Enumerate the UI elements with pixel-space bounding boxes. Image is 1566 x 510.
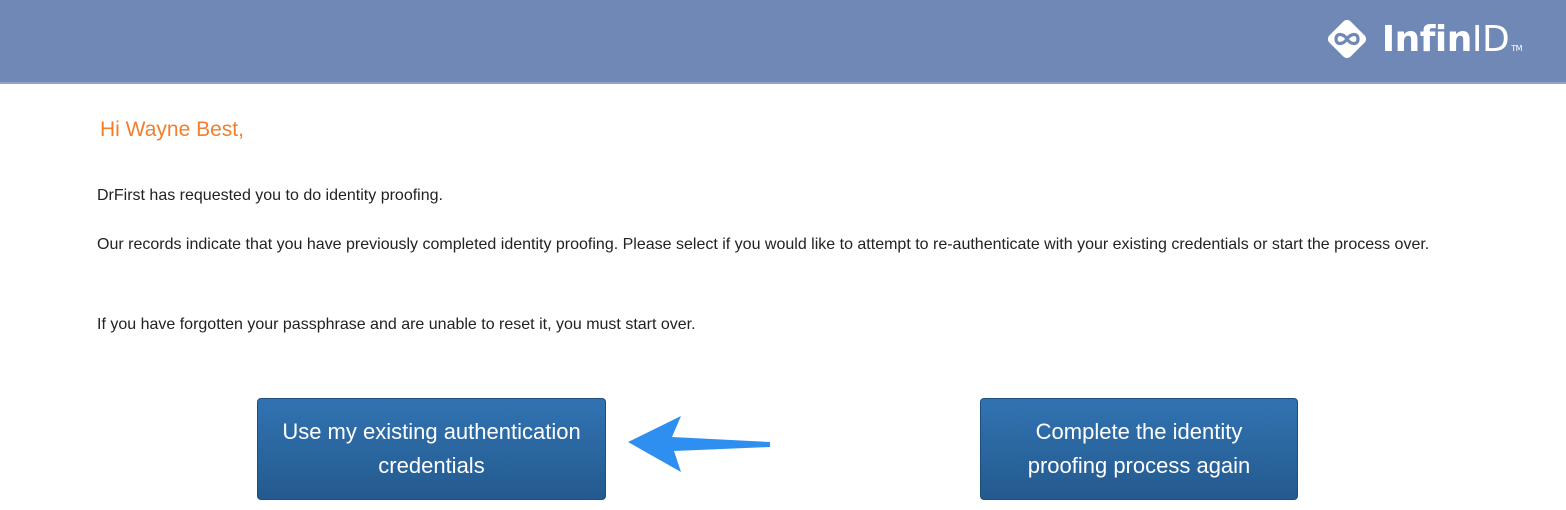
use-existing-credentials-button[interactable]: Use my existing authentication credentia… <box>257 398 606 500</box>
logo-trademark: TM <box>1511 43 1522 53</box>
app-header: Infin ID TM <box>0 0 1566 84</box>
logo-text-bold: Infin <box>1381 18 1473 60</box>
records-text: Our records indicate that you have previ… <box>97 236 1430 253</box>
infinid-logo: Infin ID TM <box>1322 14 1522 64</box>
logo-text-light: ID <box>1471 18 1510 60</box>
restart-identity-proofing-button[interactable]: Complete the identity proofing process a… <box>980 398 1298 500</box>
intro-text: DrFirst has requested you to do identity… <box>97 187 443 204</box>
greeting: Hi Wayne Best, <box>100 118 244 141</box>
forgotten-passphrase-text: If you have forgotten your passphrase an… <box>97 316 696 333</box>
logo-wordmark: Infin ID TM <box>1381 18 1523 60</box>
arrow-left-icon <box>628 416 770 472</box>
infinity-diamond-icon <box>1327 19 1366 59</box>
